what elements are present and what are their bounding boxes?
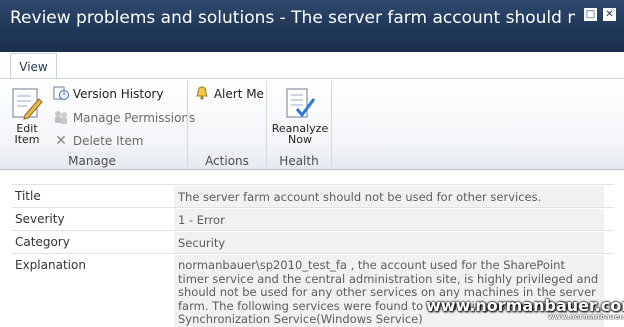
field-label: Title xyxy=(15,189,41,203)
manage-permissions-label: Manage Permissions xyxy=(72,111,196,125)
reanalyze-now-label: Reanalyze Now xyxy=(271,122,329,146)
group-label-actions: Actions xyxy=(205,154,249,168)
field-row-category: Category Security xyxy=(12,230,614,254)
maximize-button[interactable]: □ xyxy=(584,8,597,21)
explanation-line: normanbauer\sp2010_test_fa , the account… xyxy=(178,258,565,272)
field-row-severity: Severity 1 - Error xyxy=(12,207,614,231)
close-button[interactable]: ✕ xyxy=(603,8,616,21)
field-label: Category xyxy=(15,235,70,249)
version-history-label: Version History xyxy=(72,87,164,101)
delete-item-button[interactable]: ✕ Delete Item xyxy=(53,133,143,149)
field-value: 1 - Error xyxy=(174,209,604,231)
tab-view[interactable]: View xyxy=(10,53,57,79)
field-label: Explanation xyxy=(15,258,86,272)
delete-item-label: Delete Item xyxy=(72,134,144,148)
field-label: Severity xyxy=(15,212,65,226)
group-label-health: Health xyxy=(279,154,319,168)
explanation-line: Synchronization Service(Windows Service) xyxy=(178,312,423,326)
checklist-icon xyxy=(286,88,316,118)
edit-item-button[interactable]: Edit Item xyxy=(6,85,48,151)
field-row-explanation: Explanation normanbauer\sp2010_test_fa ,… xyxy=(12,253,614,327)
edit-item-label: Edit Item xyxy=(14,122,40,146)
group-divider xyxy=(331,81,332,167)
watermark-small-text: www.normanbauer.com xyxy=(548,313,624,321)
alert-me-button[interactable]: Alert Me xyxy=(194,85,264,101)
manage-permissions-button[interactable]: Manage Permissions xyxy=(53,109,195,125)
reanalyze-now-button[interactable]: Reanalyze Now xyxy=(270,85,330,151)
field-row-title: Title The server farm account should not… xyxy=(12,184,614,208)
ribbon: Edit Item Version History Manage Permiss… xyxy=(0,78,624,170)
manage-permissions-icon xyxy=(55,111,67,124)
field-value: Security xyxy=(174,232,604,254)
dialog-title: Review problems and solutions - The serv… xyxy=(10,8,575,28)
version-history-icon xyxy=(53,86,69,100)
alert-me-label: Alert Me xyxy=(213,87,264,101)
edit-item-icon xyxy=(12,88,43,120)
delete-icon: ✕ xyxy=(55,133,67,149)
field-value: normanbauer\sp2010_test_fa , the account… xyxy=(174,255,604,327)
field-value: The server farm account should not be us… xyxy=(174,186,604,208)
dialog-title-bar: Review problems and solutions - The serv… xyxy=(0,0,624,52)
version-history-button[interactable]: Version History xyxy=(53,85,163,101)
explanation-line: timer service and the central administra… xyxy=(178,271,599,286)
group-label-manage: Manage xyxy=(68,154,116,168)
bell-icon xyxy=(196,86,208,100)
